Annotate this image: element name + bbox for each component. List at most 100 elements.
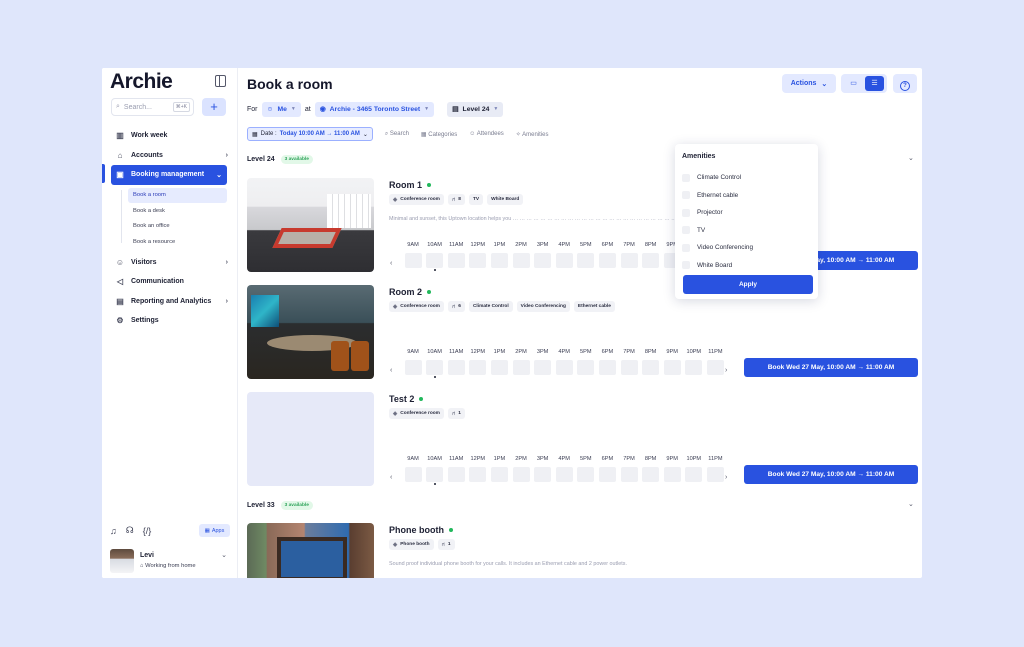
- time-slot[interactable]: 10PM: [684, 456, 704, 482]
- bell-icon[interactable]: ♫: [110, 526, 117, 536]
- time-slot-cell[interactable]: [512, 467, 530, 482]
- time-slot[interactable]: 2PM: [511, 456, 531, 482]
- time-slot-cell[interactable]: [469, 253, 487, 268]
- time-slot[interactable]: 9PM: [662, 456, 682, 482]
- time-slot[interactable]: 11AM: [446, 242, 466, 268]
- collapse-level-icon[interactable]: ⌄: [908, 154, 914, 162]
- time-slot-cell[interactable]: [620, 360, 638, 375]
- subnav-book-a-desk[interactable]: Book a desk: [128, 203, 227, 219]
- time-slot-cell[interactable]: [512, 360, 530, 375]
- subnav-book-an-office[interactable]: Book an office: [128, 219, 227, 235]
- checkbox[interactable]: [682, 261, 690, 270]
- level-select[interactable]: ▤ Level 24 ▼: [447, 101, 504, 117]
- time-slot-cell[interactable]: [577, 360, 595, 375]
- time-slot-cell[interactable]: [577, 253, 595, 268]
- subnav-book-a-room[interactable]: Book a room: [128, 187, 227, 203]
- time-slot-cell[interactable]: [404, 360, 422, 375]
- time-slot[interactable]: 3PM: [533, 242, 553, 268]
- time-slot-cell[interactable]: [404, 467, 422, 482]
- time-slot-cell[interactable]: [426, 253, 444, 268]
- time-slot-cell[interactable]: [598, 467, 616, 482]
- time-slot[interactable]: 3PM: [533, 456, 553, 482]
- time-slot[interactable]: 11PM: [705, 456, 725, 482]
- nav-item-reporting[interactable]: ▤ Reporting and Analytics ›: [102, 292, 238, 312]
- nav-item-settings[interactable]: ⚙ Settings: [102, 311, 238, 331]
- time-slot-cell[interactable]: [447, 360, 465, 375]
- time-slot[interactable]: 10PM: [684, 349, 704, 375]
- categories-filter[interactable]: ▦ Categories: [421, 131, 457, 138]
- apps-button[interactable]: ▦ Apps: [199, 524, 230, 537]
- time-slot[interactable]: 1PM: [489, 456, 509, 482]
- time-slot[interactable]: 7PM: [619, 242, 639, 268]
- time-slot[interactable]: 4PM: [554, 456, 574, 482]
- time-slot-cell[interactable]: [426, 467, 444, 482]
- time-slot-cell[interactable]: [620, 253, 638, 268]
- person-select[interactable]: ☺ Me ▼: [261, 101, 301, 117]
- date-filter[interactable]: ▦ Date : Today 10:00 AM → 11:00 AM ⌄: [247, 127, 373, 141]
- time-slot-cell[interactable]: [490, 360, 508, 375]
- time-slot[interactable]: 3PM: [533, 349, 553, 375]
- time-slot-cell[interactable]: [706, 467, 724, 482]
- time-slot[interactable]: 11AM: [446, 349, 466, 375]
- timeline-next-icon[interactable]: ›: [725, 474, 727, 481]
- timeline-prev-icon[interactable]: ‹: [390, 474, 392, 481]
- time-slot[interactable]: 10AM: [425, 456, 445, 485]
- help-button[interactable]: ?: [893, 74, 917, 93]
- checkbox[interactable]: [682, 191, 690, 200]
- time-slot-cell[interactable]: [534, 253, 552, 268]
- timeline-next-icon[interactable]: ›: [725, 367, 727, 374]
- amenity-option[interactable]: Projector: [682, 204, 753, 222]
- time-slot[interactable]: 9AM: [403, 242, 423, 268]
- time-slot[interactable]: 11PM: [705, 349, 725, 375]
- time-slot[interactable]: 1PM: [489, 242, 509, 268]
- amenity-option[interactable]: White Board: [682, 257, 753, 275]
- time-slot[interactable]: 6PM: [597, 242, 617, 268]
- nav-item-booking-management[interactable]: ▣ Booking management ⌄: [111, 165, 227, 185]
- apply-button[interactable]: Apply: [683, 275, 813, 294]
- collapse-sidebar-icon[interactable]: [215, 75, 226, 87]
- time-slot[interactable]: 12PM: [468, 456, 488, 482]
- collapse-level-icon[interactable]: ⌄: [908, 500, 914, 508]
- time-slot-cell[interactable]: [577, 467, 595, 482]
- time-slot[interactable]: 7PM: [619, 456, 639, 482]
- time-slot[interactable]: 6PM: [597, 349, 617, 375]
- amenity-option[interactable]: TV: [682, 222, 753, 240]
- book-button[interactable]: Book Wed 27 May, 10:00 AM → 11:00 AM: [744, 358, 918, 377]
- time-slot[interactable]: 10AM: [425, 349, 445, 378]
- time-slot[interactable]: 8PM: [641, 349, 661, 375]
- amenity-option[interactable]: Climate Control: [682, 169, 753, 187]
- nav-item-work-week[interactable]: ▥ Work week: [102, 126, 238, 146]
- time-slot[interactable]: 6PM: [597, 456, 617, 482]
- time-slot[interactable]: 8PM: [641, 456, 661, 482]
- time-slot-cell[interactable]: [555, 467, 573, 482]
- time-slot[interactable]: 8PM: [641, 242, 661, 268]
- nav-item-visitors[interactable]: ☺ Visitors ›: [102, 253, 238, 273]
- time-slot[interactable]: 9AM: [403, 349, 423, 375]
- time-slot-cell[interactable]: [663, 467, 681, 482]
- time-slot[interactable]: 5PM: [576, 456, 596, 482]
- search-filter[interactable]: ⌕ Search: [385, 131, 409, 138]
- time-slot[interactable]: 2PM: [511, 349, 531, 375]
- time-slot[interactable]: 5PM: [576, 242, 596, 268]
- time-slot-cell[interactable]: [685, 467, 703, 482]
- time-slot-cell[interactable]: [598, 360, 616, 375]
- map-view-icon[interactable]: ▭: [844, 76, 863, 91]
- nav-item-communication[interactable]: ◁ Communication: [102, 272, 238, 292]
- time-slot[interactable]: 4PM: [554, 349, 574, 375]
- timeline-prev-icon[interactable]: ‹: [390, 260, 392, 267]
- checkbox[interactable]: [682, 243, 690, 252]
- time-slot-cell[interactable]: [469, 360, 487, 375]
- room-name[interactable]: Room 1: [389, 180, 432, 190]
- time-slot-cell[interactable]: [706, 360, 724, 375]
- time-slot[interactable]: 10AM: [425, 242, 445, 271]
- time-slot-cell[interactable]: [512, 253, 530, 268]
- add-button[interactable]: +: [202, 98, 226, 116]
- time-slot[interactable]: 12PM: [468, 349, 488, 375]
- time-slot-cell[interactable]: [555, 360, 573, 375]
- time-slot-cell[interactable]: [490, 253, 508, 268]
- time-slot-cell[interactable]: [426, 360, 444, 375]
- time-slot-cell[interactable]: [663, 360, 681, 375]
- room-name[interactable]: Room 2: [389, 287, 432, 297]
- location-select[interactable]: ◉ Archie - 3465 Toronto Street ▼: [314, 101, 435, 117]
- timeline-prev-icon[interactable]: ‹: [390, 367, 392, 374]
